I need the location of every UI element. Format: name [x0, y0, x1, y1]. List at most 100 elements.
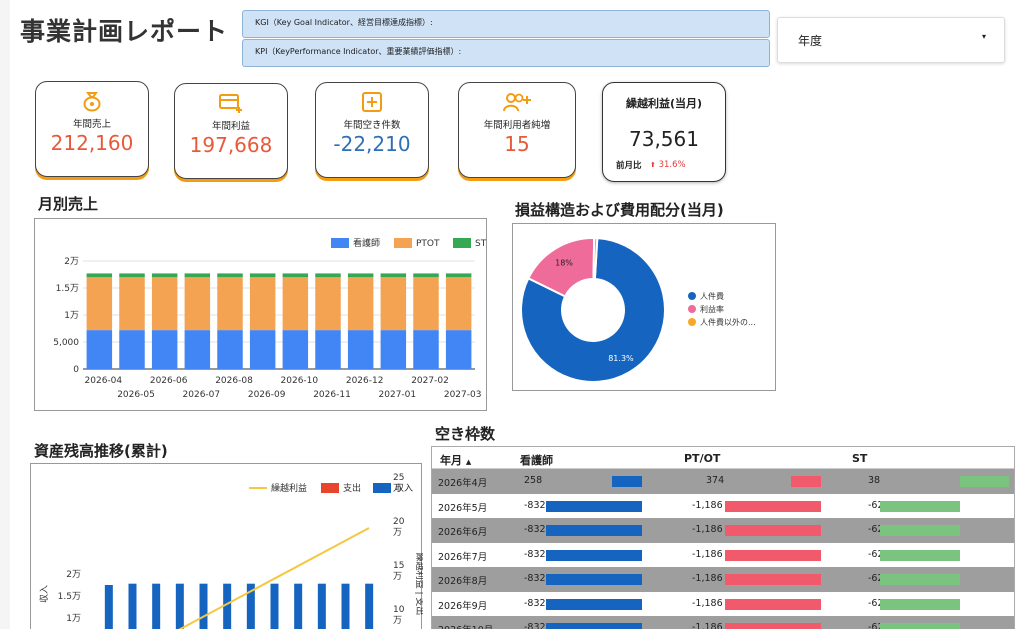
bar-segment: [282, 273, 309, 278]
bar-segment: [380, 277, 407, 331]
income-bar: [317, 583, 326, 629]
bar-segment: [184, 273, 211, 278]
card-annual-vacancy: 年間空き件数 -22,210: [315, 82, 429, 178]
section-title-monthly-sales: 月別売上: [38, 195, 99, 213]
report-canvas: 事業計画レポート KGI（Key Goal Indicator、経営目標達成指標…: [10, 0, 1024, 629]
card-label: 年間利用者純増: [483, 120, 551, 131]
legend-label: PTOT: [416, 239, 440, 249]
x-tick-label: 2026-05: [117, 390, 155, 400]
bar-segment: [217, 330, 243, 369]
table-row[interactable]: 2026年5月 -832 -1,186 -62: [432, 494, 1014, 519]
asset-balance-chart: 1万 1.5万 2万 10 万 15 万 20 万 25 万収入 繰越利益 | 支出 繰越利益 支出 収入: [30, 463, 426, 629]
y2-axis-label: 繰越利益 | 支出: [414, 553, 423, 616]
x-tick-label: 2027-01: [379, 390, 417, 400]
legend-label: 支出: [343, 482, 361, 494]
income-bar: [199, 583, 208, 629]
bar-nurse: [546, 549, 642, 561]
bar-segment: [315, 273, 341, 278]
table-row[interactable]: 2026年8月 -832 -1,186 -62: [432, 567, 1014, 592]
cell-ptot: -1,186: [692, 622, 723, 629]
card-annual-profit: 年間利益 197,668: [174, 83, 288, 179]
income-bar: [365, 583, 374, 629]
income-bar: [152, 583, 161, 629]
y2-tick-label: 10: [393, 605, 405, 615]
x-tick-label: 2026-06: [150, 376, 188, 386]
legend-swatch: [394, 238, 412, 248]
card-value: 212,160: [50, 131, 134, 155]
y-tick-label: 1万: [64, 311, 79, 321]
monthly-sales-svg: 0 5,000 1万 1.5万 2万 2026-04 2026-06 2026-08 2026-…: [53, 237, 486, 400]
legend-swatch: [321, 483, 339, 493]
x-tick-label: 2027-03: [444, 390, 482, 400]
bar-segment: [413, 330, 439, 369]
bar-segment: [315, 277, 341, 331]
bar-nurse: [612, 476, 642, 487]
header-month[interactable]: 年月 ▲: [440, 452, 471, 468]
income-bar: [128, 583, 137, 629]
card-label: 年間売上: [72, 119, 111, 130]
cell-nurse: 258: [524, 475, 543, 486]
credit-card-plus-icon: [219, 94, 242, 113]
year-select[interactable]: 年度 ▾: [777, 17, 1005, 63]
bar-nurse: [546, 525, 642, 536]
bar-st: [880, 549, 960, 561]
header-st[interactable]: ST: [852, 452, 867, 465]
kgi-field[interactable]: KGI（Key Goal Indicator、経営目標達成指標）:: [242, 10, 770, 38]
bar-segment: [347, 330, 374, 369]
page-title: 事業計画レポート: [20, 17, 229, 46]
bar-st: [880, 598, 960, 610]
cell-month: 2026年8月: [438, 576, 488, 587]
legend-swatch: [373, 483, 391, 493]
cell-ptot: -1,186: [692, 548, 723, 560]
cell-month: 2026年10月: [438, 622, 493, 629]
bar-segment: [347, 277, 374, 331]
bar-segment: [86, 277, 113, 331]
kpi-field[interactable]: KPI（KeyPerformance Indicator、重要業績評価指標）:: [242, 39, 770, 67]
legend-label: 繰越利益: [271, 482, 307, 494]
cell-nurse: -832: [524, 524, 546, 535]
change-value: 31.6%: [658, 160, 686, 170]
cell-month: 2026年9月: [438, 600, 488, 612]
cell-ptot: -1,186: [692, 597, 723, 609]
legend-label: 利益率: [700, 304, 724, 314]
card-label: 繰越利益(当月): [625, 97, 703, 110]
vacancy-table: 年月 ▲ 看護師 PT/OT ST 2026年4月 258 374 38 2026年5月…: [431, 446, 1015, 629]
bar-segment: [151, 277, 178, 331]
header-ptot[interactable]: PT/OT: [684, 452, 720, 465]
x-tick-label: 2026-07: [183, 390, 221, 400]
bar-segment: [184, 330, 211, 369]
cell-ptot: 374: [706, 475, 725, 486]
table-row[interactable]: 2026年4月 258 374 38: [432, 469, 1014, 494]
y-tick-label: 2万: [66, 570, 81, 580]
bar-segment: [86, 273, 113, 278]
income-bar: [270, 583, 279, 629]
y2-tick-label: 25: [393, 473, 404, 483]
bar-nurse: [546, 500, 642, 512]
bar-segment: [445, 273, 472, 278]
plus-square-icon: [362, 92, 382, 112]
bar-ptot: [725, 500, 821, 512]
table-row[interactable]: 2026年9月 -832 -1,186 -62: [432, 592, 1014, 617]
bar-segment: [151, 330, 178, 369]
monthly-sales-chart: 0 5,000 1万 1.5万 2万 2026-04 2026-06 2026-08 2026-…: [34, 218, 487, 411]
table-row[interactable]: 2026年6月 -832 -1,186 -62: [432, 518, 1014, 543]
x-tick-label: 2026-04: [85, 376, 123, 386]
cell-nurse: -832: [524, 622, 546, 629]
bar-segment: [282, 330, 309, 369]
table-row[interactable]: 2026年7月 -832 -1,186 -62: [432, 543, 1014, 568]
bar-segment: [86, 330, 113, 369]
asset-balance-svg: 1万1.5万2万10万15万20万25万収入 繰越利益 | 支出繰越利益 支出 収入: [38, 473, 426, 629]
header-nurse[interactable]: 看護師: [520, 452, 553, 468]
bar-segment: [249, 330, 276, 369]
x-tick-label: 2026-10: [281, 376, 319, 386]
card-value: 15: [504, 132, 530, 156]
bar-ptot: [725, 623, 821, 629]
bar-ptot: [725, 598, 821, 610]
cell-nurse: -832: [524, 573, 546, 584]
x-tick-label: 2026-09: [248, 390, 286, 400]
bar-segment: [413, 277, 439, 331]
legend-swatch: [688, 305, 696, 313]
x-tick-label: 2027-02: [411, 376, 449, 386]
y-tick-label: 1万: [66, 614, 81, 624]
table-row[interactable]: 2026年10月-832-1,186-62: [432, 616, 1014, 629]
